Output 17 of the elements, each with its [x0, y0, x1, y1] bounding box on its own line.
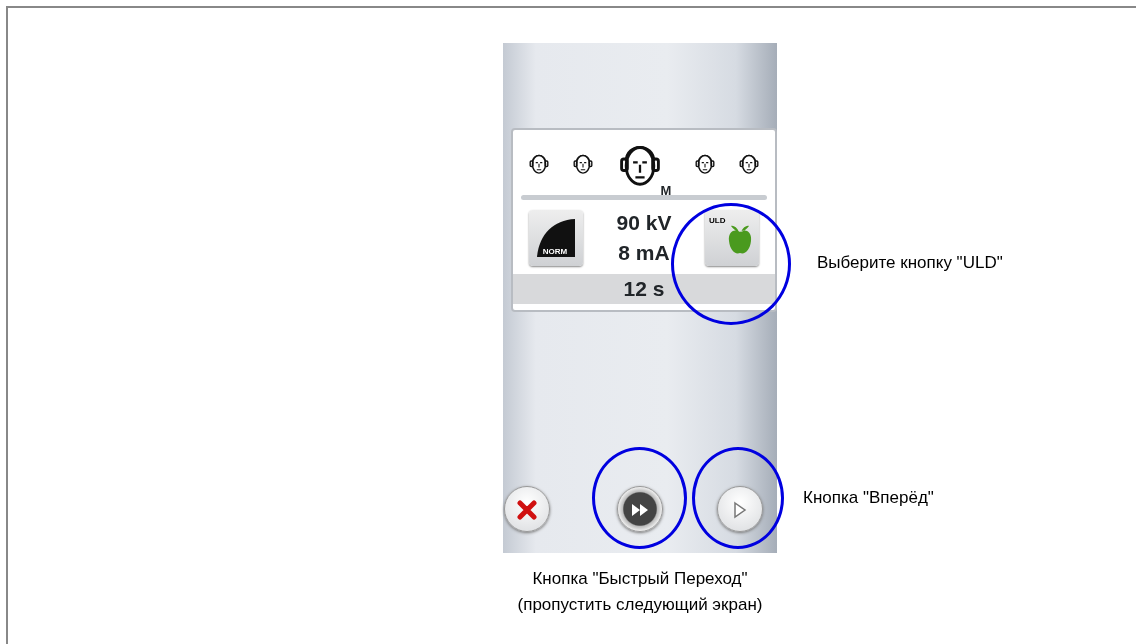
close-icon	[517, 499, 537, 520]
uld-mode-button[interactable]: ULD	[705, 210, 759, 266]
callout-label: Выберите кнопку "ULD"	[817, 252, 1003, 274]
next-button[interactable]	[717, 486, 763, 532]
ma-value: 8 mA	[617, 240, 671, 266]
cancel-button[interactable]	[504, 486, 550, 532]
callout-label: Кнопка "Быстрый Переход"	[531, 568, 749, 590]
norm-mode-button[interactable]: NORM	[529, 210, 583, 266]
kv-value: 90 kV	[616, 209, 672, 236]
exposure-time: 12 s	[513, 274, 775, 304]
fast-forward-button[interactable]	[617, 486, 663, 532]
callout-note: (пропустить следующий экран)	[516, 593, 764, 616]
apple-icon	[727, 224, 753, 256]
size-label: M	[660, 183, 672, 197]
play-icon	[733, 500, 747, 519]
fast-forward-icon	[631, 502, 649, 517]
callout-label: Кнопка "Вперёд"	[803, 487, 934, 509]
